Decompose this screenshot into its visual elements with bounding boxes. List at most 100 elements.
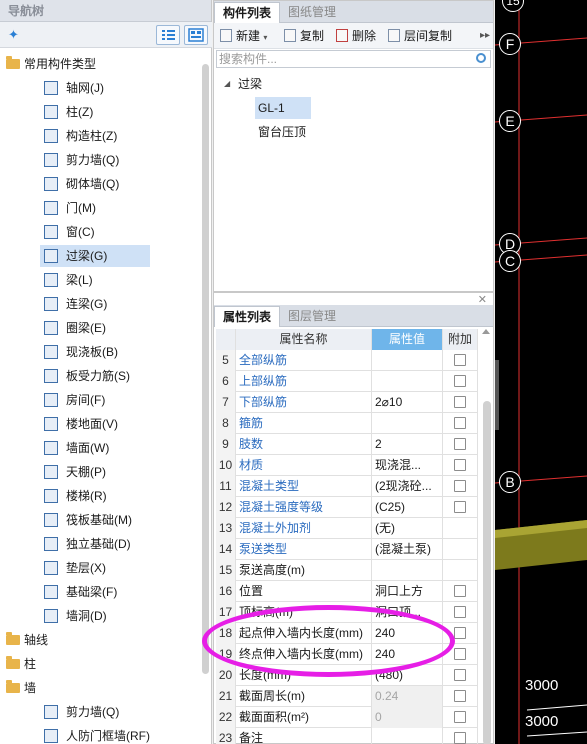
component-item-gl1[interactable]: GL-1	[255, 97, 311, 119]
property-row[interactable]: 9 肢数 2	[216, 434, 478, 455]
nav-scrollbar[interactable]	[202, 64, 209, 674]
property-value[interactable]: (2现浇砼...	[372, 476, 443, 497]
property-row[interactable]: 5 全部纵筋	[216, 350, 478, 371]
tab-drawing-management[interactable]: 图纸管理	[280, 2, 344, 23]
more-icon[interactable]: ▸▸	[480, 27, 490, 45]
nav-group[interactable]: 常用构件类型	[0, 53, 200, 75]
tab-property-list[interactable]: 属性列表	[214, 306, 281, 327]
nav-group[interactable]: 墙	[0, 677, 200, 699]
search-input[interactable]: 搜索构件...	[216, 50, 491, 68]
nav-item[interactable]: 现浇板(B)	[40, 341, 200, 363]
nav-item[interactable]: 圈梁(E)	[40, 317, 200, 339]
collapse-triangle-icon[interactable]: ◢	[224, 73, 230, 95]
scroll-up-icon[interactable]	[482, 329, 490, 334]
property-row[interactable]: 8 箍筋	[216, 413, 478, 434]
nav-item[interactable]: 剪力墙(Q)	[40, 701, 200, 723]
extra-checkbox[interactable]	[454, 606, 466, 618]
nav-item[interactable]: 轴网(J)	[40, 77, 200, 99]
extra-checkbox[interactable]	[454, 459, 466, 471]
nav-item[interactable]: 梁(L)	[40, 269, 200, 291]
extra-checkbox[interactable]	[454, 375, 466, 387]
nav-item[interactable]: 筏板基础(M)	[40, 509, 200, 531]
property-value[interactable]	[372, 728, 443, 744]
nav-item[interactable]: 连梁(G)	[40, 293, 200, 315]
nav-item[interactable]: 砌体墙(Q)	[40, 173, 200, 195]
component-item-sill[interactable]: 窗台压顶	[255, 121, 355, 143]
property-scrollbar[interactable]	[483, 401, 491, 744]
extra-checkbox[interactable]	[454, 711, 466, 723]
extra-checkbox[interactable]	[454, 396, 466, 408]
property-row[interactable]: 7 下部纵筋 2⌀10	[216, 392, 478, 413]
nav-item[interactable]: 柱(Z)	[40, 101, 200, 123]
nav-item[interactable]: 独立基础(D)	[40, 533, 200, 555]
extra-checkbox[interactable]	[454, 669, 466, 681]
property-row[interactable]: 14 泵送类型 (混凝土泵)	[216, 539, 478, 560]
nav-item[interactable]: 板受力筋(S)	[40, 365, 200, 387]
property-value[interactable]: 0	[372, 707, 443, 728]
property-value[interactable]: (无)	[372, 518, 443, 539]
tab-component-list[interactable]: 构件列表	[214, 2, 281, 23]
nav-item[interactable]: 门(M)	[40, 197, 200, 219]
nav-item[interactable]: 天棚(P)	[40, 461, 200, 483]
nav-item[interactable]: 房间(F)	[40, 389, 200, 411]
nav-item[interactable]: 楼地面(V)	[40, 413, 200, 435]
canvas-scroll-tab[interactable]	[495, 360, 499, 430]
property-row[interactable]: 23 备注	[216, 728, 478, 744]
nav-item[interactable]: 人防门框墙(RF)	[40, 725, 200, 744]
property-value[interactable]	[372, 371, 443, 392]
property-value[interactable]	[372, 560, 443, 581]
nav-item[interactable]: 楼梯(R)	[40, 485, 200, 507]
property-row[interactable]: 13 混凝土外加剂 (无)	[216, 518, 478, 539]
nav-item[interactable]: 墙面(W)	[40, 437, 200, 459]
cad-drawing-canvas[interactable]: 15 F E D C B 3000 3000	[495, 0, 587, 744]
extra-checkbox[interactable]	[454, 501, 466, 513]
extra-checkbox[interactable]	[454, 585, 466, 597]
property-row[interactable]: 16 位置 洞口上方	[216, 581, 478, 602]
property-value[interactable]	[372, 413, 443, 434]
row-number: 13	[216, 518, 236, 539]
tree-group-lintel[interactable]: ◢ 过梁	[224, 73, 424, 95]
property-row[interactable]: 22 截面面积(m²) 0	[216, 707, 478, 728]
add-icon[interactable]: ✦	[8, 27, 19, 43]
nav-item[interactable]: 基础梁(F)	[40, 581, 200, 603]
new-button[interactable]: 新建 ▾	[220, 27, 267, 45]
copy-button[interactable]: 复制	[284, 27, 324, 45]
extra-checkbox[interactable]	[454, 627, 466, 639]
extra-checkbox[interactable]	[454, 648, 466, 660]
detail-view-button[interactable]	[184, 25, 208, 45]
nav-item[interactable]: 剪力墙(Q)	[40, 149, 200, 171]
property-row[interactable]: 6 上部纵筋	[216, 371, 478, 392]
extra-checkbox[interactable]	[454, 732, 466, 744]
extra-checkbox[interactable]	[454, 480, 466, 492]
nav-item[interactable]: 墙洞(D)	[40, 605, 200, 627]
property-value[interactable]: 2⌀10	[372, 392, 443, 413]
nav-item[interactable]: 构造柱(Z)	[40, 125, 200, 147]
property-value[interactable]: (混凝土泵)	[372, 539, 443, 560]
property-value[interactable]: (C25)	[372, 497, 443, 518]
delete-button[interactable]: 删除	[336, 27, 376, 45]
search-icon[interactable]	[476, 53, 486, 63]
floor-copy-button[interactable]: 层间复制	[388, 27, 452, 45]
property-value[interactable]: 现浇混...	[372, 455, 443, 476]
property-value[interactable]	[372, 350, 443, 371]
property-value[interactable]: 洞口上方	[372, 581, 443, 602]
property-row[interactable]: 15 泵送高度(m)	[216, 560, 478, 581]
nav-item[interactable]: 垫层(X)	[40, 557, 200, 579]
property-value[interactable]: 2	[372, 434, 443, 455]
property-row[interactable]: 12 混凝土强度等级 (C25)	[216, 497, 478, 518]
nav-item[interactable]: 窗(C)	[40, 221, 200, 243]
detail-icon	[188, 28, 204, 42]
extra-checkbox[interactable]	[454, 417, 466, 429]
nav-item[interactable]: 过梁(G)	[40, 245, 150, 267]
property-row[interactable]: 21 截面周长(m) 0.24	[216, 686, 478, 707]
nav-group[interactable]: 柱	[0, 653, 200, 675]
tab-layer-management[interactable]: 图层管理	[280, 306, 344, 327]
list-view-button[interactable]	[156, 25, 180, 45]
extra-checkbox[interactable]	[454, 690, 466, 702]
extra-checkbox[interactable]	[454, 438, 466, 450]
property-row[interactable]: 11 混凝土类型 (2现浇砼...	[216, 476, 478, 497]
property-value[interactable]: 0.24	[372, 686, 443, 707]
property-row[interactable]: 10 材质 现浇混...	[216, 455, 478, 476]
extra-checkbox[interactable]	[454, 354, 466, 366]
nav-group[interactable]: 轴线	[0, 629, 200, 651]
